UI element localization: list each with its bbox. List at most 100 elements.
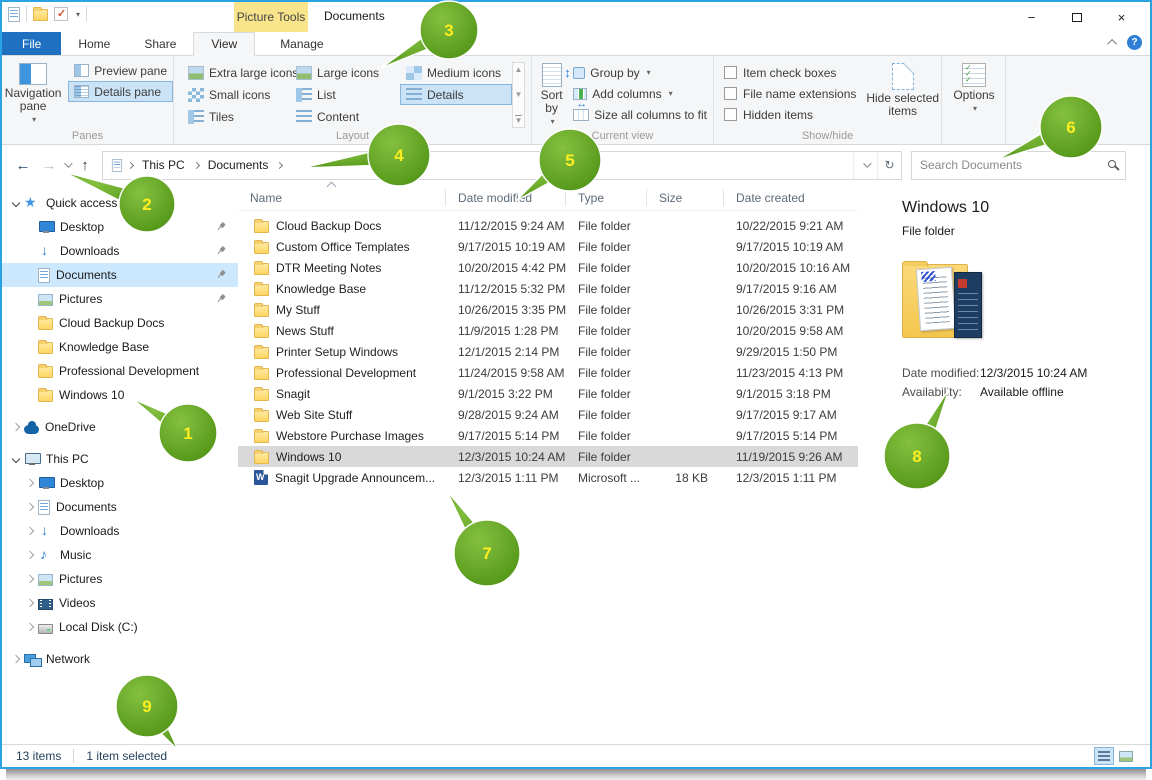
file-row-snagit-upgrade-announcem-[interactable]: Snagit Upgrade Announcem...12/3/2015 1:1… <box>238 467 858 488</box>
sidebar-item-knowledge-base[interactable]: Knowledge Base <box>2 335 238 359</box>
file-row-knowledge-base[interactable]: Knowledge Base11/12/2015 5:32 PMFile fol… <box>238 278 858 299</box>
file-row-professional-development[interactable]: Professional Development11/24/2015 9:58 … <box>238 362 858 383</box>
file-row-cloud-backup-docs[interactable]: Cloud Backup Docs11/12/2015 9:24 AMFile … <box>238 215 858 236</box>
sidebar-section-onedrive[interactable]: OneDrive <box>2 415 238 439</box>
tab-file[interactable]: File <box>2 32 61 55</box>
tab-view[interactable]: View <box>193 32 255 56</box>
collapse-ribbon-icon[interactable] <box>1107 39 1117 49</box>
scroll-down-icon[interactable]: ▼ <box>515 90 523 99</box>
sidebar-section-this-pc[interactable]: This PC <box>2 447 238 471</box>
up-button[interactable]: ↑ <box>74 157 96 174</box>
chevron-collapsed-icon[interactable] <box>8 656 24 662</box>
sidebar-item-professional-development[interactable]: Professional Development <box>2 359 238 383</box>
sidebar-item-downloads[interactable]: Downloads <box>2 239 238 263</box>
layout-option-medium-icons[interactable]: Medium icons <box>400 62 512 83</box>
tab-share[interactable]: Share <box>127 32 193 55</box>
qat-customize-icon[interactable]: ▾ <box>76 10 80 19</box>
file-row-windows-10[interactable]: Windows 1012/3/2015 10:24 AMFile folder1… <box>238 446 858 467</box>
sidebar-item-windows-10[interactable]: Windows 10 <box>2 383 238 407</box>
qat-new-folder-icon[interactable] <box>33 9 48 21</box>
sidebar-item-downloads[interactable]: Downloads <box>2 519 238 543</box>
file-row-printer-setup-windows[interactable]: Printer Setup Windows12/1/2015 2:14 PMFi… <box>238 341 858 362</box>
details-view-toggle[interactable] <box>1094 747 1114 765</box>
minimize-button[interactable]: − <box>1009 2 1054 32</box>
layout-scrollbar[interactable]: ▲ ▼ ▼ <box>512 62 525 128</box>
chevron-collapsed-icon[interactable] <box>22 600 38 606</box>
sidebar-item-pictures[interactable]: Pictures <box>2 287 238 311</box>
close-button[interactable]: × <box>1099 2 1144 32</box>
address-dropdown-icon[interactable] <box>853 152 877 179</box>
search-input[interactable] <box>912 158 1092 172</box>
file-name-extensions-checkbox[interactable]: File name extensions <box>724 83 856 104</box>
column-header-size[interactable]: Size <box>647 189 724 206</box>
chevron-collapsed-icon[interactable] <box>22 552 38 558</box>
sidebar-item-documents[interactable]: Documents <box>2 495 238 519</box>
layout-option-content[interactable]: Content <box>290 106 400 127</box>
layout-option-list[interactable]: List <box>290 84 400 105</box>
sidebar-item-pictures[interactable]: Pictures <box>2 567 238 591</box>
checkbox-icon[interactable] <box>724 66 737 79</box>
sidebar-item-documents[interactable]: Documents <box>2 263 238 287</box>
sidebar-item-local-disk-c-[interactable]: Local Disk (C:) <box>2 615 238 639</box>
qat-properties-icon[interactable] <box>54 7 68 21</box>
sidebar-item-cloud-backup-docs[interactable]: Cloud Backup Docs <box>2 311 238 335</box>
layout-option-large-icons[interactable]: Large icons <box>290 62 400 83</box>
more-layouts-icon[interactable]: ▼ <box>515 115 523 125</box>
sidebar-section-network[interactable]: Network <box>2 647 238 671</box>
chevron-collapsed-icon[interactable] <box>8 424 24 430</box>
search-box[interactable] <box>911 151 1126 180</box>
details-pane-button[interactable]: Details pane <box>68 81 173 102</box>
add-columns-button[interactable]: Add columns ▾ <box>567 83 713 104</box>
file-row-web-site-stuff[interactable]: Web Site Stuff9/28/2015 9:24 AMFile fold… <box>238 404 858 425</box>
back-button[interactable]: ← <box>12 157 34 174</box>
breadcrumb-documents[interactable]: Documents <box>204 158 273 172</box>
file-row-my-stuff[interactable]: My Stuff10/26/2015 3:35 PMFile folder10/… <box>238 299 858 320</box>
sidebar-section-quick-access[interactable]: Quick access <box>2 191 238 215</box>
column-header-type[interactable]: Type <box>566 189 647 206</box>
chevron-expanded-icon[interactable] <box>8 200 24 206</box>
scroll-up-icon[interactable]: ▲ <box>515 65 523 74</box>
chevron-collapsed-icon[interactable] <box>22 504 38 510</box>
file-row-webstore-purchase-images[interactable]: Webstore Purchase Images9/17/2015 5:14 P… <box>238 425 858 446</box>
column-header-name[interactable]: Name <box>238 189 446 206</box>
checkbox-icon[interactable] <box>724 87 737 100</box>
thumbnail-view-toggle[interactable] <box>1116 747 1136 765</box>
options-button[interactable]: Options ▾ <box>946 60 1002 115</box>
layout-option-details[interactable]: Details <box>400 84 512 105</box>
checkbox-icon[interactable] <box>724 108 737 121</box>
file-row-dtr-meeting-notes[interactable]: DTR Meeting Notes10/20/2015 4:42 PMFile … <box>238 257 858 278</box>
refresh-icon[interactable]: ↻ <box>877 152 901 179</box>
address-bar[interactable]: This PC Documents ↻ <box>102 151 902 180</box>
hidden-items-checkbox[interactable]: Hidden items <box>724 104 856 125</box>
chevron-collapsed-icon[interactable] <box>22 624 38 630</box>
forward-button[interactable]: → <box>38 157 60 174</box>
sidebar-item-desktop[interactable]: Desktop <box>2 215 238 239</box>
tab-manage[interactable]: Manage <box>263 32 340 55</box>
recent-locations-icon[interactable] <box>64 159 72 167</box>
chevron-collapsed-icon[interactable] <box>22 480 38 486</box>
layout-option-tiles[interactable]: Tiles <box>182 106 290 127</box>
sidebar-item-music[interactable]: Music <box>2 543 238 567</box>
sidebar-item-videos[interactable]: Videos <box>2 591 238 615</box>
chevron-expanded-icon[interactable] <box>8 456 24 462</box>
chevron-collapsed-icon[interactable] <box>22 576 38 582</box>
maximize-button[interactable] <box>1054 2 1099 32</box>
file-row-custom-office-templates[interactable]: Custom Office Templates9/17/2015 10:19 A… <box>238 236 858 257</box>
breadcrumb-this-pc[interactable]: This PC <box>138 158 189 172</box>
group-by-button[interactable]: Group by ▾ <box>567 62 713 83</box>
item-check-boxes-checkbox[interactable]: Item check boxes <box>724 62 856 83</box>
help-icon[interactable]: ? <box>1127 35 1142 50</box>
tab-home[interactable]: Home <box>61 32 127 55</box>
layout-option-extra-large-icons[interactable]: Extra large icons <box>182 62 290 83</box>
chevron-collapsed-icon[interactable] <box>22 528 38 534</box>
size-all-columns-button[interactable]: Size all columns to fit <box>567 104 713 125</box>
layout-option-small-icons[interactable]: Small icons <box>182 84 290 105</box>
preview-pane-button[interactable]: Preview pane <box>68 60 173 81</box>
file-row-news-stuff[interactable]: News Stuff11/9/2015 1:28 PMFile folder10… <box>238 320 858 341</box>
file-row-snagit[interactable]: Snagit9/1/2015 3:22 PMFile folder9/1/201… <box>238 383 858 404</box>
sidebar-item-desktop[interactable]: Desktop <box>2 471 238 495</box>
navigation-pane-button[interactable]: Navigation pane ▾ <box>2 60 64 126</box>
column-header-date-created[interactable]: Date created <box>724 189 854 206</box>
search-icon[interactable] <box>1108 160 1116 168</box>
column-header-date-modified[interactable]: Date modified <box>446 189 566 206</box>
